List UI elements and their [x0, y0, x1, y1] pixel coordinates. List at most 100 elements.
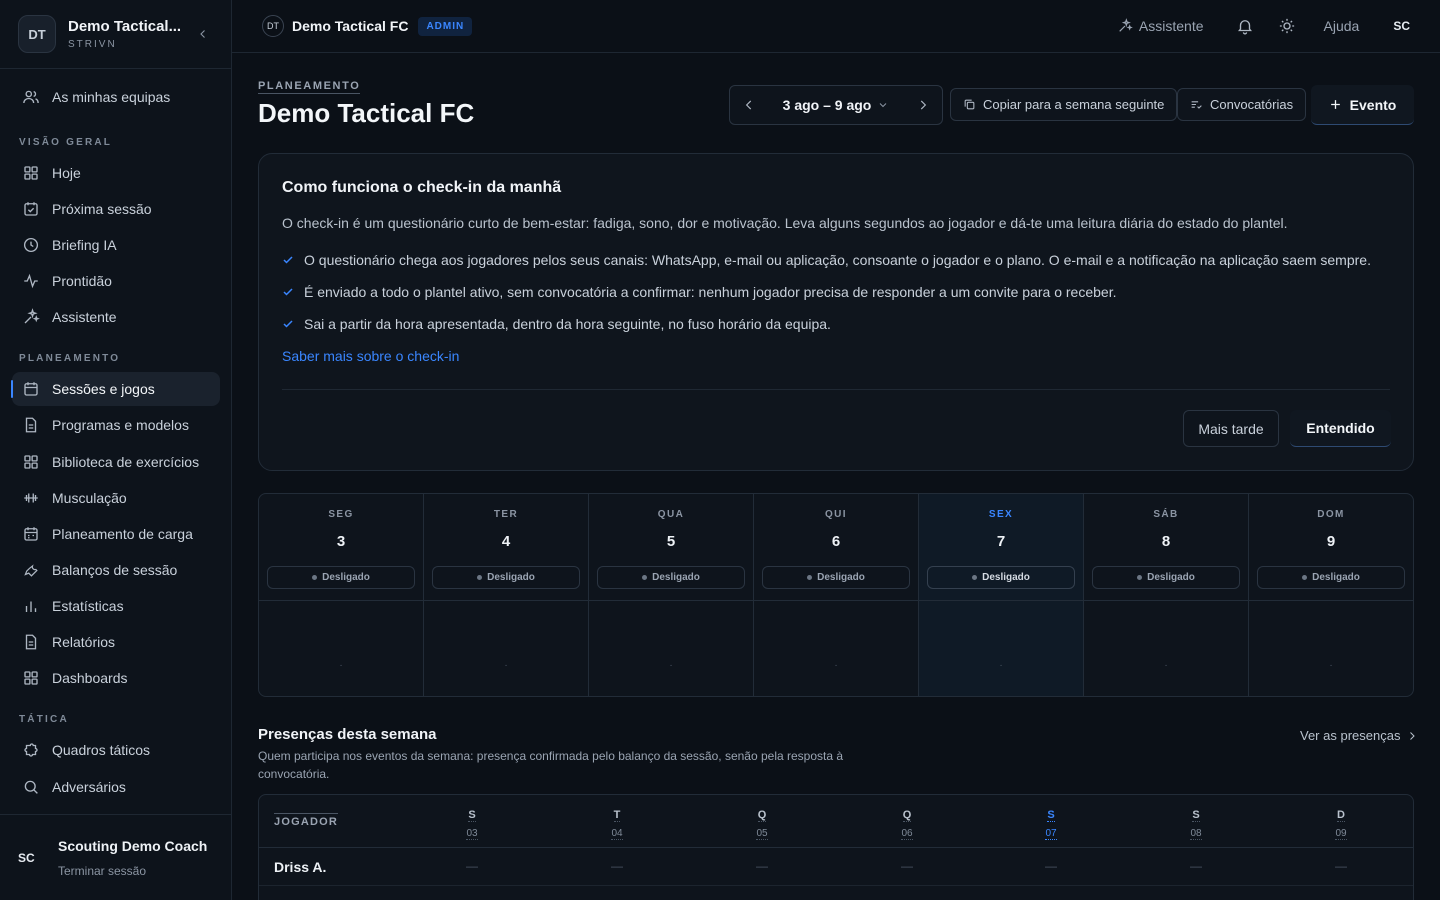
day-number: 4	[501, 533, 511, 550]
sidebar-item-label: Dashboards	[52, 670, 128, 686]
day-letter: D	[1337, 809, 1345, 822]
logout-link[interactable]: Terminar sessão	[58, 864, 207, 878]
got-it-button[interactable]: Entendido	[1290, 410, 1391, 447]
sidebar-item-today[interactable]: Hoje	[12, 156, 220, 190]
sidebar-item-next-session[interactable]: Próxima sessão	[12, 192, 220, 226]
sidebar-item-assistant[interactable]: Assistente	[12, 300, 220, 334]
callups-button[interactable]: Convocatórias	[1177, 88, 1307, 121]
search-icon	[24, 780, 38, 794]
chevron-down-icon	[879, 103, 887, 108]
day-abbr: SEG	[328, 509, 354, 520]
checkin-status-label: Desligado	[1312, 572, 1360, 583]
sidebar-item-reports[interactable]: Relatórios	[12, 625, 220, 659]
chevron-left-icon[interactable]	[742, 98, 756, 112]
sidebar: DT Demo Tactical... STRIVN As minhas equ…	[0, 0, 232, 900]
chevron-right-icon[interactable]	[916, 98, 930, 112]
day-date: 03	[466, 828, 478, 840]
checkin-info-card: Como funciona o check-in da manhã O chec…	[258, 153, 1414, 471]
copy-next-week-button[interactable]: Copiar para a semana seguinte	[950, 88, 1178, 121]
attendance-cell: —	[1190, 859, 1202, 873]
day-date: 05	[756, 828, 768, 840]
sidebar-item-programs[interactable]: Programas e modelos	[12, 408, 220, 442]
checkin-status-pill[interactable]: Desligado	[267, 566, 415, 589]
day-column[interactable]: QUA 5 Desligado ·	[589, 494, 754, 696]
copy-icon	[964, 99, 975, 110]
later-button[interactable]: Mais tarde	[1183, 410, 1279, 447]
status-dot	[477, 575, 483, 580]
grid-icon	[24, 455, 38, 469]
sidebar-item-label: Briefing IA	[52, 237, 117, 253]
sidebar-item-ai-briefing[interactable]: Briefing IA	[12, 228, 220, 262]
sidebar-item-dashboards[interactable]: Dashboards	[12, 661, 220, 695]
day-column[interactable]: DOM 9 Desligado ·	[1249, 494, 1413, 696]
assistant-button[interactable]: Assistente	[1117, 18, 1204, 34]
checkin-status-pill[interactable]: Desligado	[597, 566, 745, 589]
sidebar-item-load-planning[interactable]: Planeamento de carga	[12, 517, 220, 551]
calendar-icon	[24, 382, 38, 396]
new-event-button[interactable]: Evento	[1311, 85, 1414, 125]
day-number: 8	[1161, 533, 1171, 550]
day-column[interactable]: SEG 3 Desligado ·	[259, 494, 424, 696]
day-column-header: T 04	[597, 805, 637, 841]
role-badge: ADMIN	[418, 16, 473, 36]
day-column-header: Q 06	[887, 805, 927, 841]
plus-icon	[1330, 100, 1340, 109]
week-range-picker[interactable]: 3 ago – 9 ago	[783, 97, 890, 113]
day-empty-marker: ·	[1329, 660, 1333, 671]
day-letter: S	[1192, 809, 1200, 822]
sidebar-item-session-reviews[interactable]: Balanços de sessão	[12, 553, 220, 587]
day-empty-marker: ·	[834, 660, 838, 671]
card-divider	[282, 389, 1390, 390]
breadcrumb-team: Demo Tactical FC	[292, 18, 409, 34]
day-column[interactable]: SÁB 8 Desligado ·	[1084, 494, 1249, 696]
collapse-sidebar-button[interactable]	[193, 24, 213, 44]
checkin-status-pill[interactable]: Desligado	[432, 566, 580, 589]
table-row[interactable]: Driss A. — — — — — — —	[259, 848, 1413, 886]
day-column[interactable]: QUI 6 Desligado ·	[754, 494, 919, 696]
help-link[interactable]: Ajuda	[1324, 18, 1360, 34]
sidebar-item-label: Quadros táticos	[52, 742, 151, 758]
checkin-status-pill[interactable]: Desligado	[1092, 566, 1240, 589]
info-point-text: Sai a partir da hora apresentada, dentro…	[304, 316, 831, 332]
sidebar-item-sessions-games[interactable]: Sessões e jogos	[11, 372, 220, 406]
sidebar-item-readiness[interactable]: Prontidão	[12, 264, 220, 298]
team-switcher[interactable]: DT Demo Tactical... STRIVN	[0, 0, 231, 69]
learn-more-link[interactable]: Saber mais sobre o check-in	[282, 348, 459, 364]
day-column[interactable]: TER 4 Desligado ·	[424, 494, 589, 696]
checkin-status-label: Desligado	[487, 572, 535, 583]
sidebar-item-my-teams[interactable]: As minhas equipas	[12, 80, 220, 114]
checkin-status-pill[interactable]: Desligado	[927, 566, 1075, 589]
sidebar-item-label: Hoje	[52, 165, 81, 181]
view-attendance-label: Ver as presenças	[1300, 728, 1401, 743]
checkin-status-pill[interactable]: Desligado	[1257, 566, 1405, 589]
card-description: O check-in é um questionário curto de be…	[282, 215, 1288, 231]
team-avatar: DT	[18, 15, 56, 53]
week-navigator: 3 ago – 9 ago	[729, 85, 943, 125]
bell-icon[interactable]	[1236, 17, 1254, 35]
attendance-description: Quem participa nos eventos da semana: pr…	[258, 749, 844, 781]
bar-chart-icon	[25, 601, 37, 612]
org-name: STRIVN	[68, 39, 117, 50]
day-abbr: QUI	[825, 509, 847, 520]
day-empty-marker: ·	[1164, 660, 1168, 671]
user-menu[interactable]: SC	[1393, 19, 1410, 33]
checkin-status-pill[interactable]: Desligado	[762, 566, 910, 589]
view-attendance-link[interactable]: Ver as presenças	[1300, 728, 1418, 743]
player-name: Driss A.	[274, 859, 327, 875]
sidebar-item-exercise-library[interactable]: Biblioteca de exercícios	[12, 445, 220, 479]
sidebar-item-statistics[interactable]: Estatísticas	[12, 589, 220, 623]
sidebar-item-label: Relatórios	[52, 634, 116, 650]
day-date: 04	[611, 828, 623, 840]
info-point-text: É enviado a todo o plantel ativo, sem co…	[304, 284, 1117, 300]
checkin-status-label: Desligado	[817, 572, 865, 583]
day-column-today[interactable]: SEX 7 Desligado ·	[919, 494, 1084, 696]
sidebar-item-strength[interactable]: Musculação	[12, 481, 220, 515]
day-number: 3	[336, 533, 346, 550]
sidebar-item-tactical-boards[interactable]: Quadros táticos	[12, 733, 220, 767]
grid-icon	[24, 166, 38, 180]
sidebar-item-opponents[interactable]: Adversários	[12, 770, 220, 804]
day-empty-marker: ·	[669, 660, 673, 671]
sun-icon[interactable]	[1278, 17, 1296, 35]
status-dot	[807, 575, 813, 580]
day-date: 07	[1045, 828, 1057, 840]
